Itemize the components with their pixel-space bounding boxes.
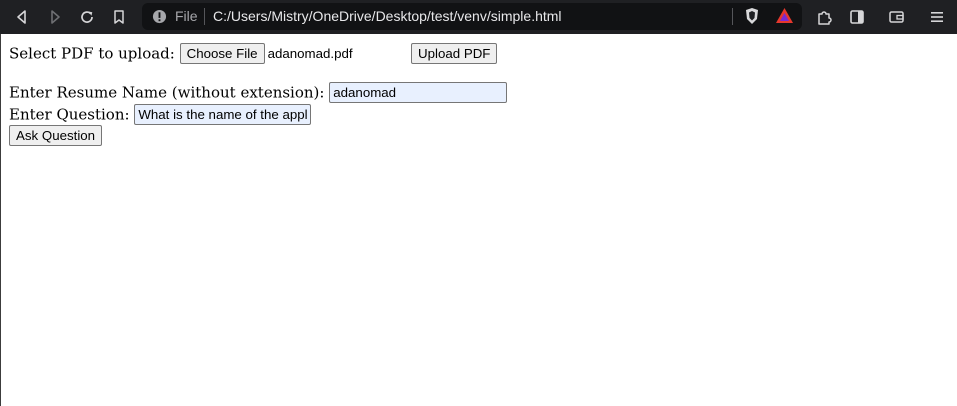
resume-row: Enter Resume Name (without extension): bbox=[9, 82, 508, 103]
ask-row: Ask Question bbox=[9, 125, 103, 146]
ask-question-button[interactable]: Ask Question bbox=[9, 125, 103, 146]
url-divider bbox=[204, 8, 205, 25]
wallet-button[interactable] bbox=[884, 5, 908, 29]
selected-file-name: adanomad.pdf bbox=[267, 45, 353, 61]
question-label: Enter Question: bbox=[9, 105, 130, 124]
back-button[interactable] bbox=[10, 5, 34, 29]
extensions-icon bbox=[817, 10, 832, 25]
sidebar-button[interactable] bbox=[845, 5, 869, 29]
resume-name-input[interactable] bbox=[329, 82, 508, 103]
forward-icon bbox=[51, 10, 60, 24]
forward-button[interactable] bbox=[43, 5, 67, 29]
sidebar-icon bbox=[850, 10, 864, 24]
bookmark-button[interactable] bbox=[107, 5, 131, 29]
page-border bbox=[0, 34, 1, 406]
question-row: Enter Question: bbox=[9, 104, 312, 125]
reload-icon bbox=[81, 11, 93, 23]
page-content: Select PDF to upload: Choose File adanoma… bbox=[9, 34, 957, 406]
url-text[interactable]: C:/Users/Mistry/OneDrive/Desktop/test/ve… bbox=[213, 8, 562, 24]
info-icon[interactable] bbox=[152, 9, 167, 24]
brave-rewards-icon[interactable] bbox=[775, 7, 794, 25]
choose-file-button[interactable]: Choose File bbox=[179, 43, 265, 64]
upload-label: Select PDF to upload: bbox=[9, 44, 175, 63]
browser-toolbar: File C:/Users/Mistry/OneDrive/Desktop/te… bbox=[0, 0, 957, 34]
address-bar[interactable]: File C:/Users/Mistry/OneDrive/Desktop/te… bbox=[142, 3, 802, 30]
url-divider-right bbox=[732, 8, 733, 25]
question-input[interactable] bbox=[134, 104, 312, 125]
upload-pdf-button[interactable]: Upload PDF bbox=[411, 43, 498, 64]
bookmark-icon bbox=[114, 10, 124, 24]
extensions-button[interactable] bbox=[812, 5, 836, 29]
brave-shield-icon[interactable] bbox=[743, 7, 761, 26]
resume-name-label: Enter Resume Name (without extension): bbox=[9, 83, 325, 102]
wallet-icon bbox=[888, 11, 904, 23]
back-icon bbox=[17, 10, 26, 24]
file-scheme-label: File bbox=[175, 8, 198, 24]
menu-button[interactable] bbox=[925, 5, 949, 29]
menu-icon bbox=[931, 12, 943, 22]
reload-button[interactable] bbox=[75, 5, 99, 29]
upload-form: Select PDF to upload: Choose File adanoma… bbox=[9, 43, 353, 64]
